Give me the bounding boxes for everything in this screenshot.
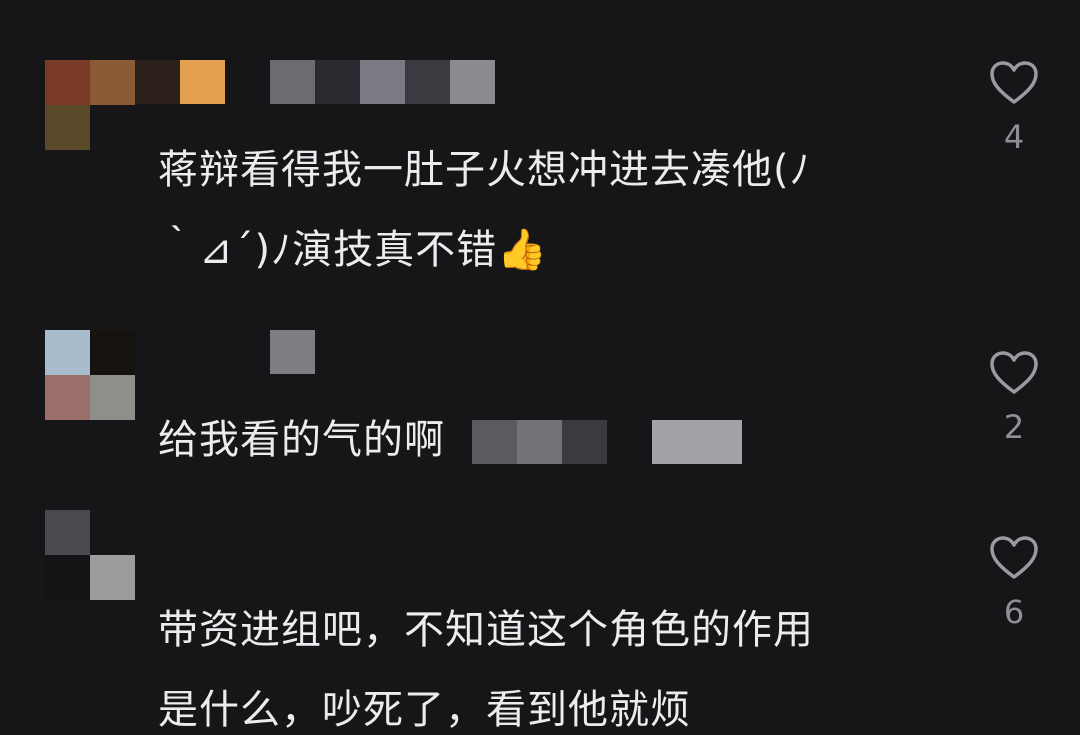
avatar[interactable] [45, 330, 135, 420]
like-button[interactable]: 4 [985, 60, 1043, 156]
comment-text: 带资进组吧，不知道这个角色的作用 是什么，吵死了，看到他就烦 [158, 590, 938, 735]
username-censored [135, 60, 225, 104]
like-button[interactable]: 2 [985, 350, 1043, 446]
heart-outline-icon [990, 536, 1038, 579]
avatar[interactable] [45, 510, 135, 600]
avatar[interactable] [45, 60, 135, 150]
comment-text: 给我看的气的啊 [158, 400, 938, 480]
comment-text-line: 蒋辩看得我一肚子火想冲进去凑他(ﾉ [158, 147, 811, 193]
comment-text-line: ｀⊿´)ﾉ演技真不错👍 [158, 227, 548, 273]
comment-text-line: 带资进组吧，不知道这个角色的作用 [158, 607, 814, 653]
username[interactable] [270, 60, 495, 104]
comment-text: 蒋辩看得我一肚子火想冲进去凑他(ﾉ ｀⊿´)ﾉ演技真不错👍 [158, 130, 938, 290]
comment-text-line: 给我看的气的啊 [158, 417, 445, 463]
heart-outline-icon [990, 351, 1038, 394]
username[interactable] [270, 330, 315, 374]
like-count: 4 [1003, 118, 1025, 156]
like-count: 2 [1003, 408, 1025, 446]
censored-block [472, 420, 743, 464]
heart-outline-icon [990, 61, 1038, 104]
like-button[interactable]: 6 [985, 535, 1043, 631]
comment-text-line: 是什么，吵死了，看到他就烦 [158, 687, 691, 733]
like-count: 6 [1003, 593, 1025, 631]
comment-list: 蒋辩看得我一肚子火想冲进去凑他(ﾉ ｀⊿´)ﾉ演技真不错👍 4 给我看的气的啊 … [0, 0, 1080, 735]
